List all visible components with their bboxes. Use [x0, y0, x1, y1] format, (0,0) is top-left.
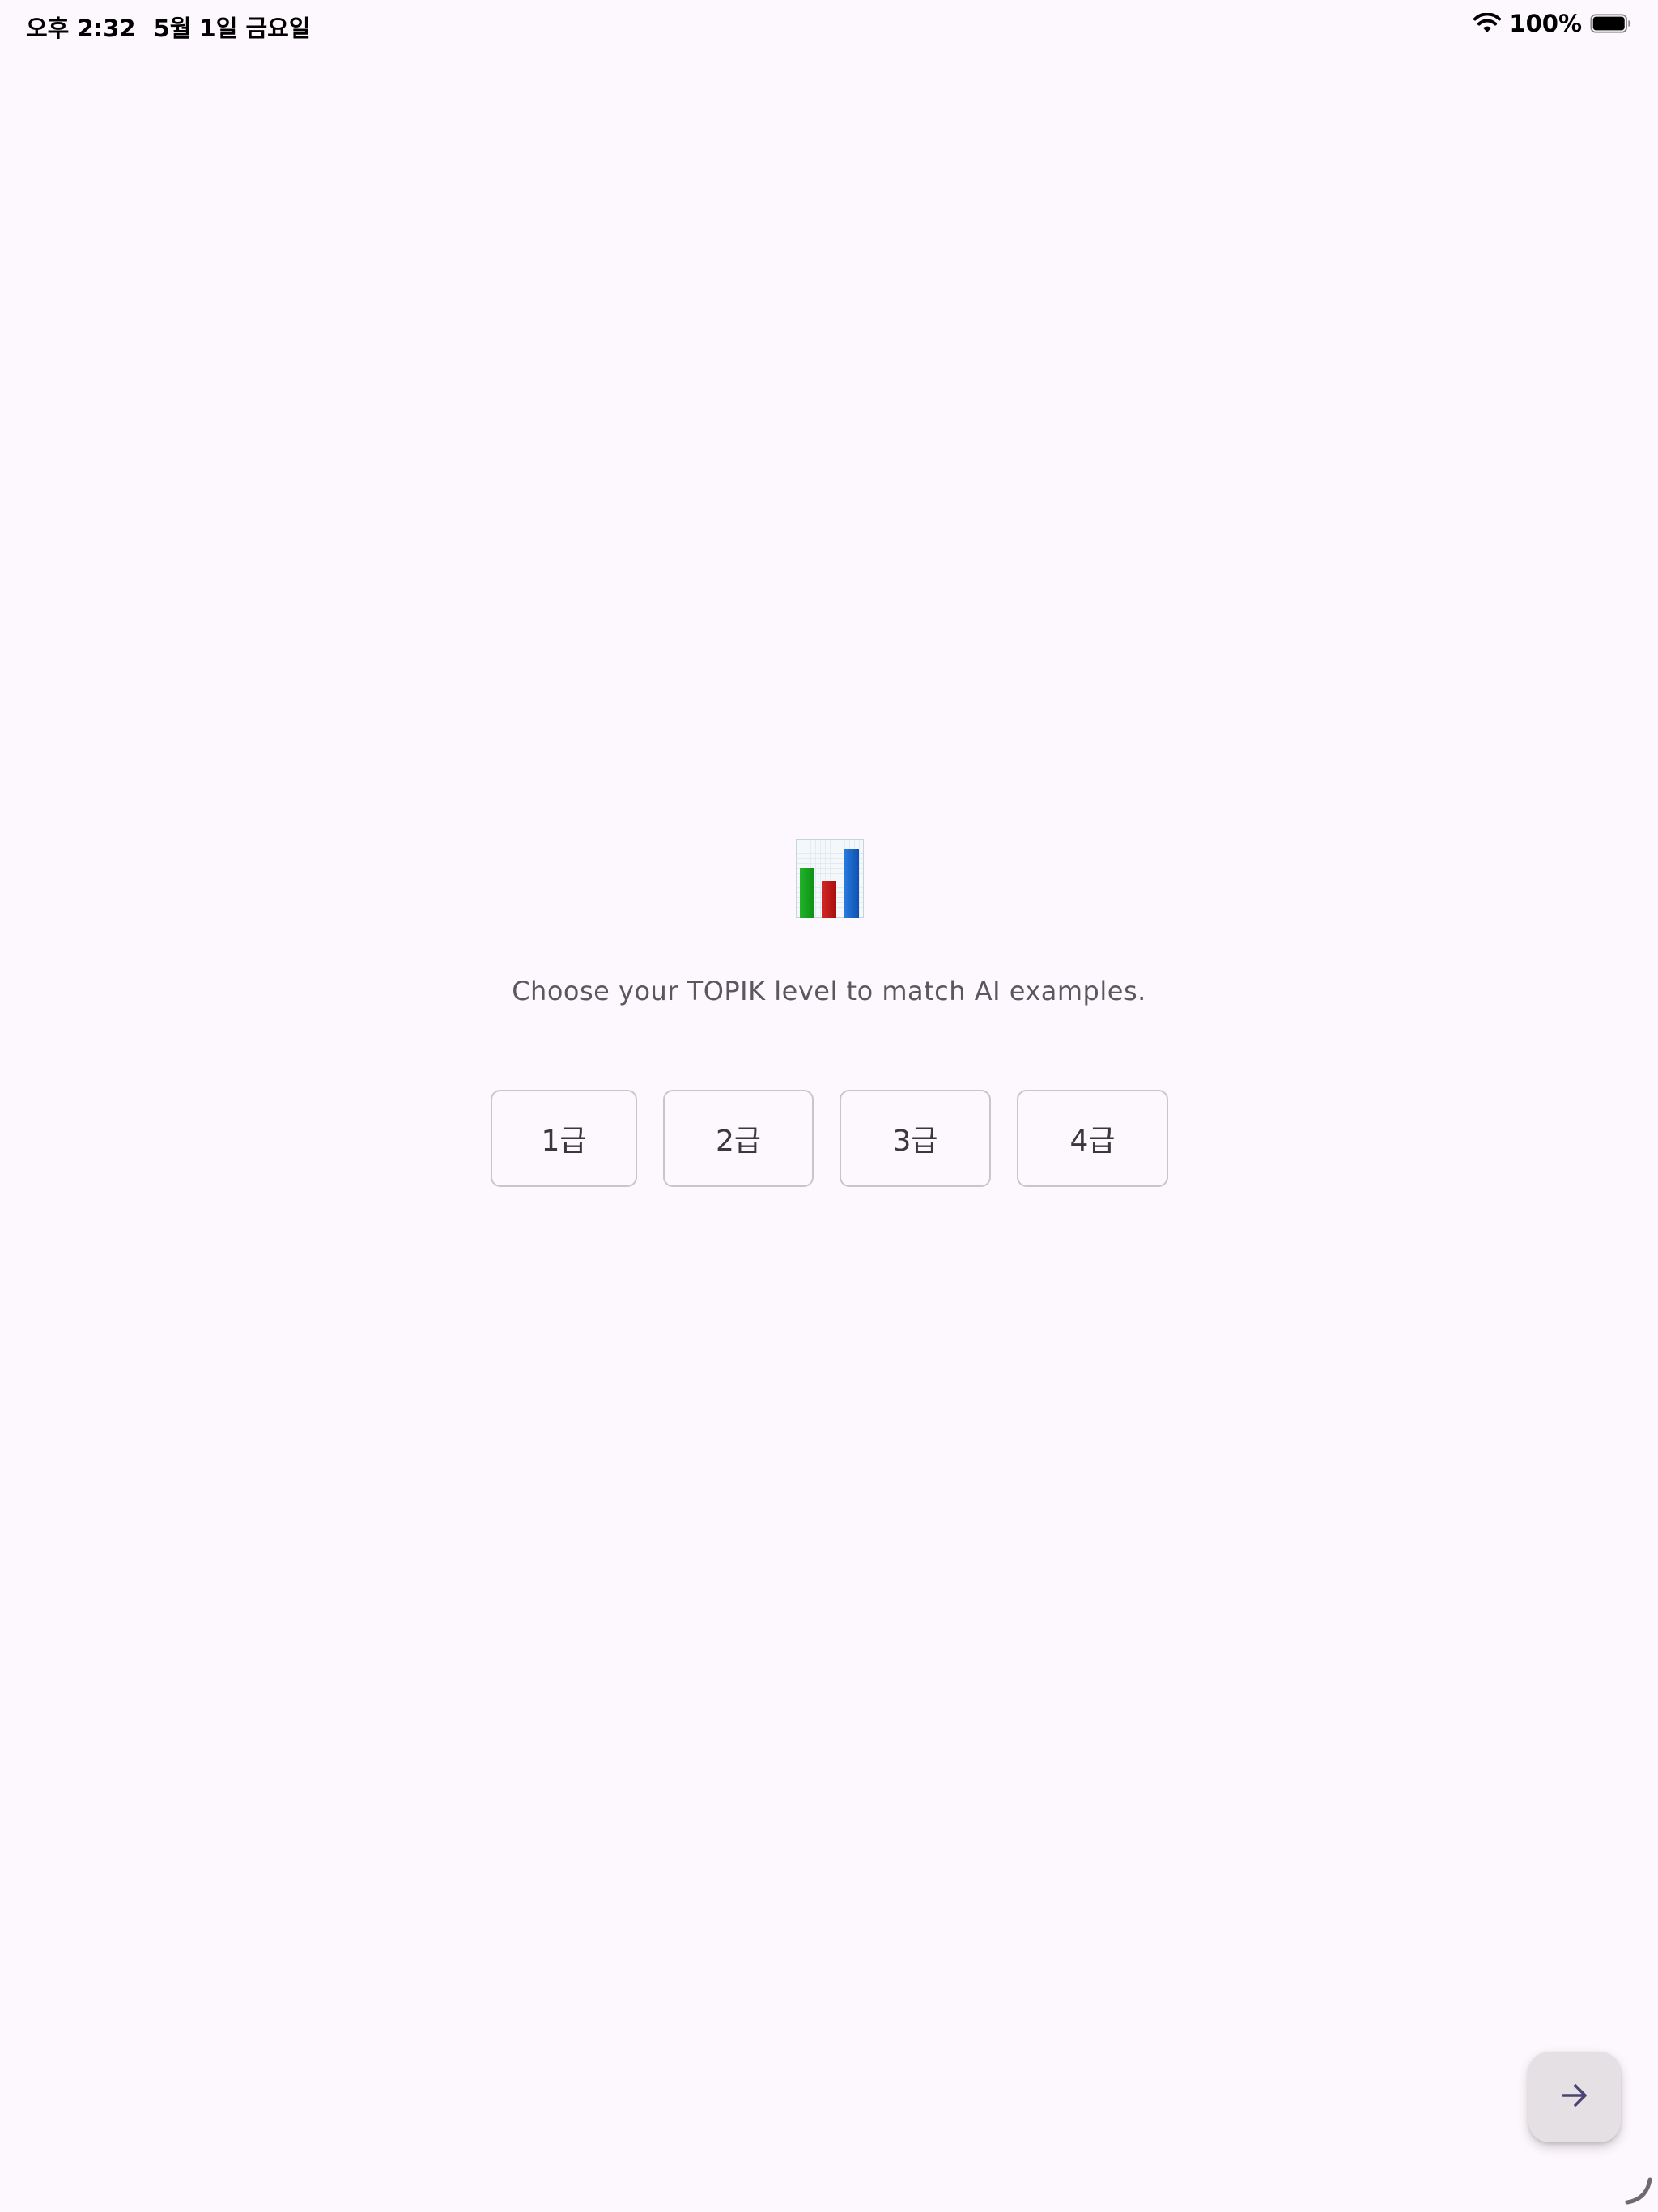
status-bar: 오후 2:32 5월 1일 금요일 100% — [0, 0, 1658, 52]
status-left: 오후 2:32 5월 1일 금요일 — [26, 10, 311, 44]
level-3-button[interactable]: 3급 — [840, 1090, 991, 1187]
level-1-button[interactable]: 1급 — [491, 1090, 637, 1187]
level-prompt: Choose your TOPIK level to match AI exam… — [512, 976, 1146, 1006]
status-right: 100% — [1473, 10, 1632, 37]
wifi-icon — [1473, 13, 1502, 34]
next-button[interactable] — [1528, 2052, 1621, 2142]
battery-icon — [1590, 14, 1632, 33]
level-4-button[interactable]: 4급 — [1017, 1090, 1168, 1187]
level-selector: 1급 2급 3급 4급 — [0, 1090, 1658, 1190]
status-time: 오후 2:32 — [26, 15, 136, 42]
level-2-button[interactable]: 2급 — [663, 1090, 814, 1187]
resize-handle-icon — [1622, 2175, 1655, 2207]
battery-percent: 100% — [1509, 10, 1582, 37]
status-date: 5월 1일 금요일 — [153, 15, 311, 42]
arrow-right-icon — [1558, 2079, 1591, 2115]
bar-chart-icon — [796, 839, 864, 918]
